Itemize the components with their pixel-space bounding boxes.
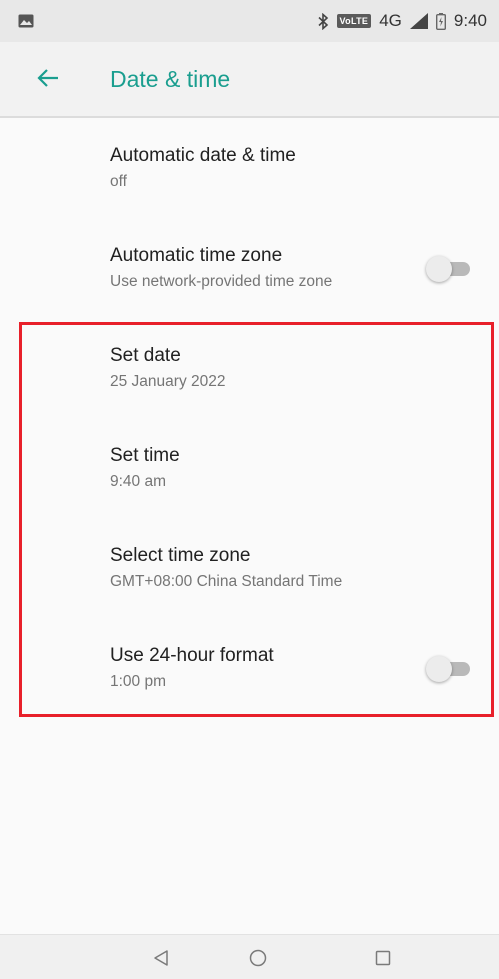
bluetooth-icon <box>317 12 329 30</box>
page-title: Date & time <box>110 66 231 92</box>
recents-square-icon <box>375 950 391 966</box>
setting-title: Use 24-hour format <box>110 645 274 666</box>
nav-back-button[interactable] <box>146 943 176 973</box>
use-24-hour-format-toggle[interactable] <box>426 656 470 682</box>
setting-set-date[interactable]: Set date 25 January 2022 <box>0 334 499 430</box>
status-clock: 9:40 <box>453 11 487 30</box>
back-button[interactable] <box>28 60 68 100</box>
network-type: 4G <box>379 11 402 30</box>
setting-title: Set date <box>110 345 181 366</box>
toggle-thumb <box>426 256 452 282</box>
setting-title: Set time <box>110 445 180 466</box>
nav-bar <box>0 934 499 979</box>
automatic-time-zone-toggle[interactable] <box>426 256 470 282</box>
setting-title: Automatic time zone <box>110 245 283 266</box>
setting-select-time-zone[interactable]: Select time zone GMT+08:00 China Standar… <box>0 534 499 630</box>
battery-icon <box>435 12 446 30</box>
gallery-icon <box>18 14 34 28</box>
signal-icon <box>409 13 428 29</box>
setting-automatic-date-time[interactable]: Automatic date & time off <box>0 134 499 230</box>
back-triangle-icon <box>153 949 169 967</box>
toggle-thumb <box>426 656 452 682</box>
home-circle-icon <box>249 949 267 967</box>
app-bar: Date & time <box>0 42 499 118</box>
setting-set-time[interactable]: Set time 9:40 am <box>0 434 499 530</box>
setting-summary: GMT+08:00 China Standard Time <box>110 573 343 590</box>
status-left <box>18 14 34 28</box>
arrow-back-icon <box>37 68 59 92</box>
setting-summary: 9:40 am <box>110 473 167 490</box>
setting-title: Select time zone <box>110 545 251 566</box>
nav-home-button[interactable] <box>243 943 273 973</box>
setting-summary: 1:00 pm <box>110 673 167 690</box>
setting-use-24-hour-format[interactable]: Use 24-hour format 1:00 pm <box>0 634 499 730</box>
status-bar: VoLTE 4G 9:40 <box>0 0 499 42</box>
setting-automatic-time-zone[interactable]: Automatic time zone Use network-provided… <box>0 234 499 330</box>
setting-summary: 25 January 2022 <box>110 373 226 390</box>
status-right: VoLTE 4G 9:40 <box>317 11 487 31</box>
volte-badge: VoLTE <box>336 14 372 28</box>
setting-title: Automatic date & time <box>110 145 296 166</box>
nav-recents-button[interactable] <box>368 943 398 973</box>
setting-summary: off <box>110 173 127 190</box>
setting-summary: Use network-provided time zone <box>110 273 333 290</box>
